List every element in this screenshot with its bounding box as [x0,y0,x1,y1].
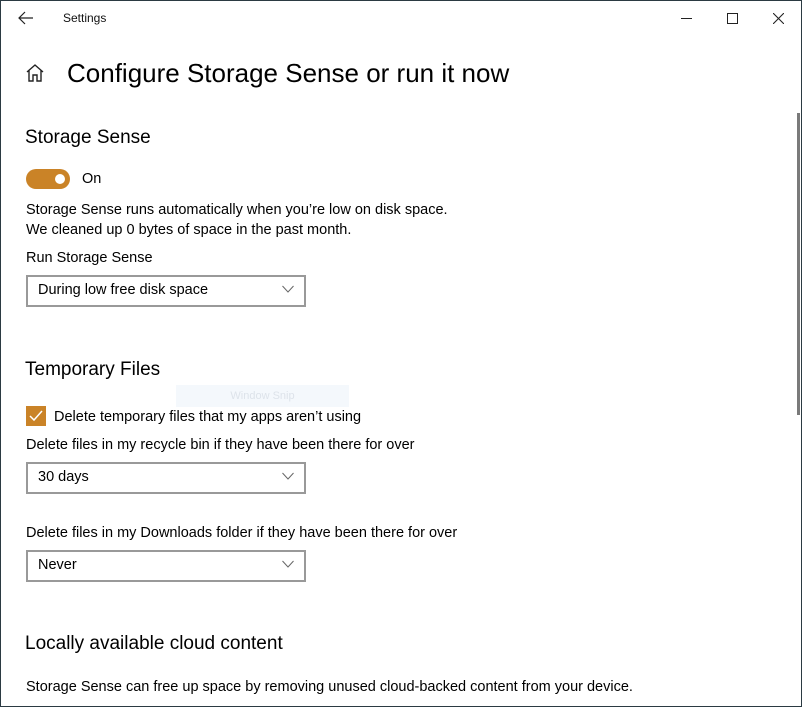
page-title: Configure Storage Sense or run it now [67,58,510,88]
delete-temp-files-label[interactable]: Delete temporary files that my apps aren… [54,409,361,425]
cloud-content-heading: Locally available cloud content [25,633,283,654]
toggle-state-label: On [82,171,102,187]
window-title: Settings [63,11,107,25]
downloads-dropdown[interactable]: Never [26,550,306,582]
temporary-files-heading: Temporary Files [25,359,161,380]
delete-temp-files-checkbox[interactable] [26,406,46,426]
chevron-down-icon [282,285,294,293]
recycle-bin-label: Delete files in my recycle bin if they h… [26,437,415,453]
window-snip-overlay: Window Snip [176,385,349,407]
home-button[interactable] [25,63,47,85]
vertical-scrollbar[interactable] [797,113,800,415]
maximize-button[interactable] [709,1,755,35]
close-icon [772,12,784,25]
cleaned-up-summary: We cleaned up 0 bytes of space in the pa… [26,222,352,238]
storage-sense-heading: Storage Sense [25,127,151,148]
title-bar: Settings [1,1,801,35]
minimize-button[interactable] [663,1,709,35]
storage-sense-description: Storage Sense runs automatically when yo… [26,202,448,218]
close-button[interactable] [755,1,801,35]
dropdown-value: Never [38,557,77,573]
run-storage-sense-dropdown[interactable]: During low free disk space [26,275,306,307]
storage-sense-toggle[interactable] [26,169,70,189]
arrow-left-icon [18,11,33,25]
minimize-icon [681,18,692,19]
chevron-down-icon [282,560,294,568]
maximize-icon [727,13,738,24]
toggle-knob [55,174,65,184]
downloads-label: Delete files in my Downloads folder if t… [26,525,458,541]
back-button[interactable] [13,7,39,29]
run-storage-sense-label: Run Storage Sense [26,250,153,266]
dropdown-value: During low free disk space [38,282,209,298]
cloud-content-description: Storage Sense can free up space by remov… [26,679,633,695]
checkmark-icon [29,410,43,422]
dropdown-value: 30 days [38,469,89,485]
settings-window: Settings Configure Storage Sense or run … [0,0,802,707]
home-icon [26,64,44,82]
recycle-bin-dropdown[interactable]: 30 days [26,462,306,494]
chevron-down-icon [282,472,294,480]
